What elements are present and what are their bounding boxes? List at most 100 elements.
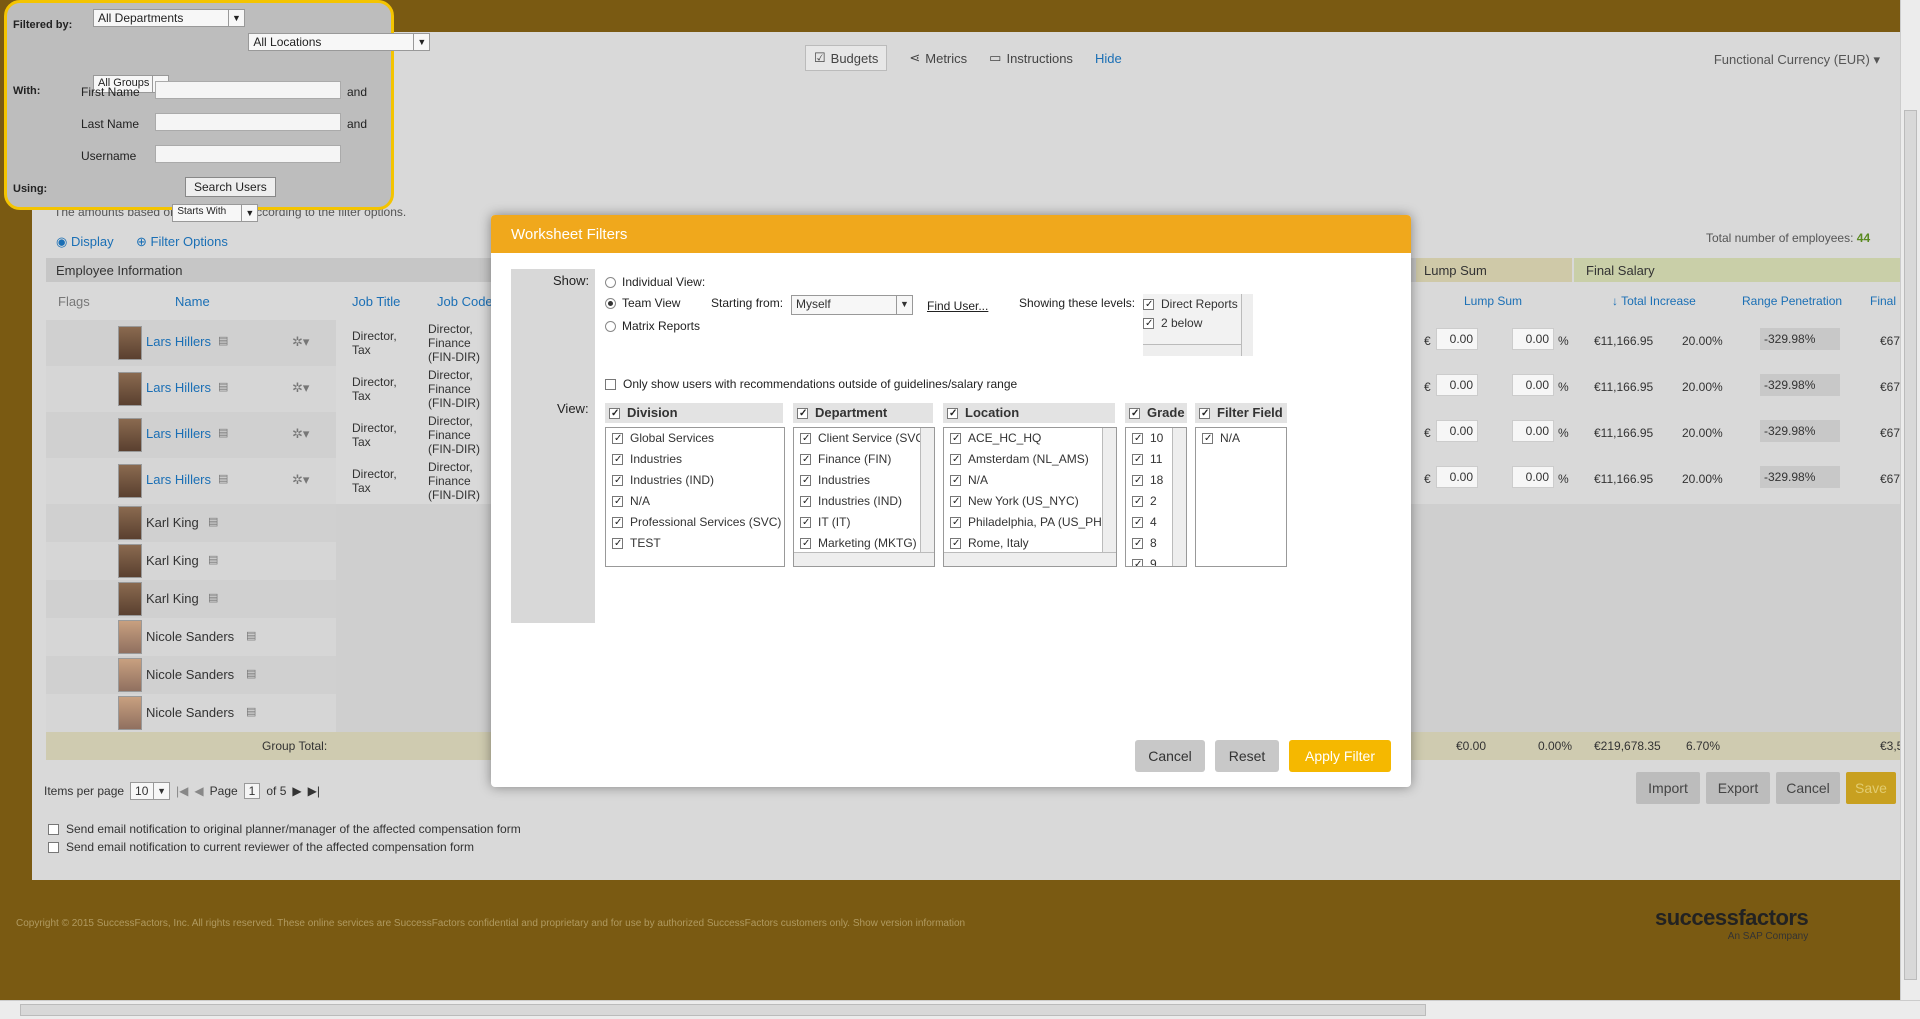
- percent-input[interactable]: 0.00: [1512, 466, 1554, 488]
- last-name-input[interactable]: [155, 113, 341, 131]
- checkbox[interactable]: [612, 496, 623, 508]
- checkbox[interactable]: [800, 475, 811, 487]
- department-hscrollbar[interactable]: [794, 552, 934, 566]
- department-scrollbar[interactable]: [920, 428, 934, 552]
- hide-link[interactable]: Hide: [1095, 51, 1122, 66]
- checkbox[interactable]: [800, 496, 811, 508]
- id-card-icon[interactable]: ▤: [246, 667, 256, 680]
- apply-filter-button[interactable]: Apply Filter: [1289, 740, 1391, 772]
- lump-sum-input[interactable]: 0.00: [1436, 466, 1478, 488]
- department-select[interactable]: All Departments ▼: [93, 9, 245, 27]
- checkbox[interactable]: [1132, 538, 1143, 550]
- display-button[interactable]: ◉ Display: [56, 234, 114, 250]
- checkbox[interactable]: [605, 379, 616, 391]
- page-horizontal-scrollbar[interactable]: [0, 1000, 1920, 1019]
- col-lump-sum[interactable]: Lump Sum: [1464, 294, 1522, 308]
- list-item[interactable]: Amsterdam (NL_AMS): [944, 449, 1116, 470]
- level-2-below[interactable]: 2 below: [1143, 314, 1253, 332]
- list-item[interactable]: Global Services: [606, 428, 784, 449]
- checkbox[interactable]: [612, 433, 623, 445]
- checkbox[interactable]: [950, 454, 961, 466]
- filter-options-button[interactable]: ⊕ Filter Options: [136, 234, 228, 250]
- checkbox[interactable]: [1143, 318, 1154, 330]
- list-item[interactable]: N/A: [944, 470, 1116, 491]
- lump-sum-input[interactable]: 0.00: [1436, 328, 1478, 350]
- checkbox[interactable]: [612, 517, 623, 529]
- save-button[interactable]: Save: [1846, 772, 1896, 804]
- only-show-outside-guidelines[interactable]: Only show users with recommendations out…: [605, 377, 1017, 391]
- email-checkbox-1[interactable]: [48, 824, 59, 836]
- email-option-1[interactable]: Send email notification to original plan…: [48, 822, 521, 836]
- id-card-icon[interactable]: ▤: [218, 472, 228, 485]
- currency-selector[interactable]: Functional Currency (EUR) ▾: [1714, 52, 1880, 68]
- checkbox[interactable]: [1132, 559, 1143, 566]
- select-all-checkbox[interactable]: [1129, 408, 1140, 420]
- list-item[interactable]: N/A: [1196, 428, 1286, 449]
- username-input[interactable]: [155, 145, 341, 163]
- last-page-icon[interactable]: ▶|: [308, 784, 320, 798]
- list-item[interactable]: N/A: [606, 491, 784, 512]
- gear-icon[interactable]: ✲▾: [292, 380, 309, 396]
- page-input[interactable]: 1: [243, 783, 261, 799]
- location-scrollbar[interactable]: [1102, 428, 1116, 552]
- items-per-page-select[interactable]: 10 ▼: [130, 782, 171, 800]
- percent-input[interactable]: 0.00: [1512, 328, 1554, 350]
- id-card-icon[interactable]: ▤: [208, 553, 218, 566]
- prev-page-icon[interactable]: ◀: [194, 784, 203, 798]
- team-view-radio[interactable]: Team View: [605, 296, 680, 310]
- col-job-title[interactable]: Job Title: [352, 294, 400, 309]
- location-select[interactable]: All Locations ▼: [248, 33, 431, 51]
- checkbox[interactable]: [800, 517, 811, 529]
- tab-instructions[interactable]: ▭ Instructions: [989, 50, 1073, 66]
- col-name[interactable]: Name: [175, 294, 210, 309]
- employee-name-link[interactable]: Lars Hillers: [146, 472, 211, 487]
- lump-sum-input[interactable]: 0.00: [1436, 374, 1478, 396]
- matrix-reports-radio[interactable]: Matrix Reports: [605, 319, 700, 333]
- list-item[interactable]: ACE_HC_HQ: [944, 428, 1116, 449]
- id-card-icon[interactable]: ▤: [218, 380, 228, 393]
- levels-hscrollbar[interactable]: [1143, 344, 1241, 356]
- checkbox[interactable]: [1132, 433, 1143, 445]
- checkbox[interactable]: [950, 475, 961, 487]
- select-all-checkbox[interactable]: [609, 408, 620, 420]
- list-item[interactable]: Finance (FIN): [794, 449, 934, 470]
- checkbox[interactable]: [1132, 475, 1143, 487]
- list-item[interactable]: IT (IT): [794, 512, 934, 533]
- gear-icon[interactable]: ✲▾: [292, 334, 309, 350]
- list-item[interactable]: Marketing (MKTG): [794, 533, 934, 554]
- find-user-link[interactable]: Find User...: [927, 299, 988, 313]
- list-item[interactable]: Industries (IND): [794, 491, 934, 512]
- email-checkbox-2[interactable]: [48, 842, 59, 854]
- first-page-icon[interactable]: |◀: [176, 784, 188, 798]
- id-card-icon[interactable]: ▤: [218, 426, 228, 439]
- checkbox[interactable]: [612, 475, 623, 487]
- checkbox[interactable]: [950, 538, 961, 550]
- using-select[interactable]: Starts With ▼: [172, 204, 259, 222]
- individual-view-radio[interactable]: Individual View:: [605, 275, 705, 289]
- checkbox[interactable]: [950, 496, 961, 508]
- first-name-input[interactable]: [155, 81, 341, 99]
- percent-input[interactable]: 0.00: [1512, 420, 1554, 442]
- list-item[interactable]: Professional Services (SVC): [606, 512, 784, 533]
- id-card-icon[interactable]: ▤: [218, 334, 228, 347]
- reset-button[interactable]: Reset: [1215, 740, 1279, 772]
- checkbox[interactable]: [1132, 517, 1143, 529]
- list-item[interactable]: Philadelphia, PA (US_PH: [944, 512, 1116, 533]
- employee-name-link[interactable]: Lars Hillers: [146, 426, 211, 441]
- checkbox[interactable]: [800, 538, 811, 550]
- checkbox[interactable]: [1202, 433, 1213, 445]
- export-button[interactable]: Export: [1706, 772, 1770, 804]
- list-item[interactable]: Industries: [606, 449, 784, 470]
- col-final[interactable]: Final: [1870, 294, 1896, 308]
- checkbox[interactable]: [1132, 496, 1143, 508]
- select-all-checkbox[interactable]: [947, 408, 958, 420]
- id-card-icon[interactable]: ▤: [208, 591, 218, 604]
- import-button[interactable]: Import: [1636, 772, 1700, 804]
- percent-input[interactable]: 0.00: [1512, 374, 1554, 396]
- checkbox[interactable]: [612, 538, 623, 550]
- select-all-checkbox[interactable]: [797, 408, 808, 420]
- grade-scrollbar[interactable]: [1172, 428, 1186, 566]
- employee-name-link[interactable]: Lars Hillers: [146, 380, 211, 395]
- employee-name-link[interactable]: Lars Hillers: [146, 334, 211, 349]
- checkbox[interactable]: [1132, 454, 1143, 466]
